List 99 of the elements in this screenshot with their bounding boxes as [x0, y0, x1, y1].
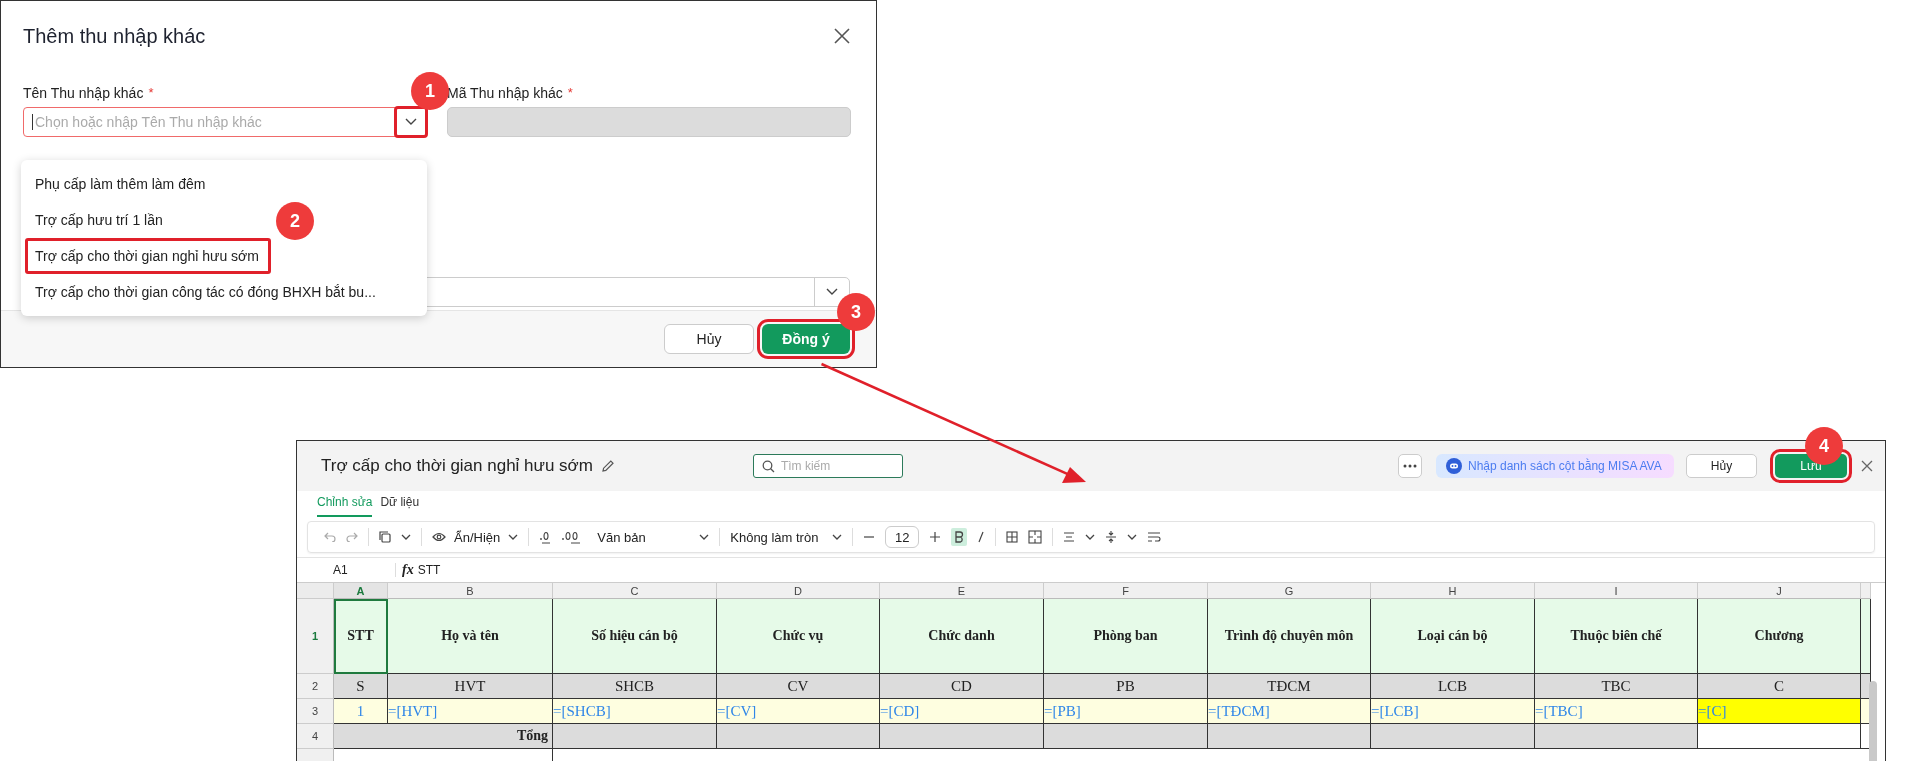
function-label: fx: [402, 562, 414, 578]
merge-cells-icon[interactable]: [1028, 530, 1043, 544]
column-header[interactable]: A: [334, 583, 388, 599]
sheet-title: Trợ cấp cho thời gian nghỉ hưu sớm: [321, 456, 593, 476]
table-cell: =[PB]: [1044, 699, 1208, 724]
format-dropdown[interactable]: Văn bản: [597, 529, 710, 545]
dropdown-option[interactable]: Trợ cấp cho thời gian công tác có đóng BHXH bắt bu...: [25, 274, 384, 310]
cancel-button[interactable]: Hủy: [1686, 454, 1757, 478]
column-header[interactable]: F: [1044, 583, 1208, 599]
tab[interactable]: Dữ liệu: [380, 495, 420, 517]
plus-icon[interactable]: [929, 531, 942, 543]
column-header[interactable]: G: [1208, 583, 1371, 599]
table-cell: CD: [880, 674, 1044, 699]
chevron-down-icon: [699, 534, 710, 540]
table-cell: LCB: [1371, 674, 1535, 699]
search-field[interactable]: Tìm kiếm: [752, 454, 903, 478]
table-cell: Tổng: [334, 724, 553, 749]
dropdown-option[interactable]: Phụ cấp làm thêm làm đêm: [25, 166, 214, 202]
font-size-field[interactable]: 12: [885, 526, 920, 548]
column-header[interactable]: I: [1535, 583, 1698, 599]
dropdown-button[interactable]: [396, 108, 426, 136]
chevron-down-icon: [826, 288, 838, 296]
dropdown-option[interactable]: Trợ cấp cho thời gian nghỉ hưu sớm: [25, 238, 271, 274]
table-cell: S: [334, 674, 388, 699]
table-cell: =[CV]: [717, 699, 880, 724]
search-icon: [761, 459, 775, 473]
vertical-align-icon[interactable]: [1105, 530, 1118, 544]
table-cell: 1: [334, 699, 388, 724]
chevron-down-icon[interactable]: [401, 534, 411, 540]
close-icon[interactable]: [834, 28, 850, 44]
chevron-down-icon: [832, 534, 843, 540]
decrease-decimal-icon[interactable]: [539, 530, 552, 544]
dropdown-option[interactable]: Trợ cấp hưu trí 1 lần: [25, 202, 171, 238]
cell-reference: A1: [297, 563, 396, 577]
table-cell: Chức vụ: [717, 599, 880, 674]
table-cell: SHCB: [553, 674, 717, 699]
italic-icon[interactable]: [977, 531, 986, 543]
table-cell: CV: [717, 674, 880, 699]
table-cell: =[SHCB]: [553, 699, 717, 724]
more-icon: [1403, 464, 1417, 468]
chevron-down-icon: [508, 534, 519, 540]
table-cell: Thuộc biên chế: [1535, 599, 1698, 674]
table-cell: Loại cán bộ: [1371, 599, 1535, 674]
table-cell: Họ và tên: [388, 599, 553, 674]
cancel-button[interactable]: Hủy: [664, 324, 754, 354]
copy-icon[interactable]: [379, 531, 391, 543]
chevron-down-icon[interactable]: [1127, 534, 1138, 540]
table-cell: TBC: [1535, 674, 1698, 699]
show-hide-button[interactable]: Ẩn/Hiện: [432, 529, 519, 545]
combo-field[interactable]: Chọn hoặc nhập Tên Thu nhập khác: [23, 107, 427, 137]
rounding-dropdown[interactable]: Không làm tròn: [730, 529, 843, 545]
table-cell: =[HVT]: [388, 699, 553, 724]
pencil-icon[interactable]: [600, 459, 615, 473]
row-number[interactable]: 4: [297, 724, 334, 749]
table-cell: TĐCM: [1208, 674, 1371, 699]
table-cell: Trình độ chuyên môn: [1208, 599, 1371, 674]
robot-icon: [1446, 458, 1462, 474]
field-label: Tên Thu nhập khác: [23, 85, 144, 101]
required-mark: *: [567, 85, 573, 100]
table-cell: =[CD]: [880, 699, 1044, 724]
column-header[interactable]: C: [553, 583, 717, 599]
eye-icon: [432, 532, 446, 542]
chevron-down-icon[interactable]: [1085, 534, 1096, 540]
table-cell: =[TĐCM]: [1208, 699, 1371, 724]
formula-text[interactable]: STT: [417, 563, 441, 577]
table-cell: Số hiệu cán bộ: [553, 599, 717, 674]
close-icon[interactable]: [1861, 460, 1873, 472]
table-cell: HVT: [388, 674, 553, 699]
row-number[interactable]: 1: [297, 599, 334, 674]
table-cell: =[C]: [1698, 699, 1861, 724]
chevron-down-icon: [405, 118, 417, 126]
column-header[interactable]: D: [717, 583, 880, 599]
borders-icon[interactable]: [1006, 531, 1019, 543]
table-cell: Chương: [1698, 599, 1861, 674]
required-mark: *: [148, 85, 154, 100]
field-label: Mã Thu nhập khác: [447, 85, 563, 101]
bold-toggle[interactable]: [951, 528, 968, 546]
row-number[interactable]: 2: [297, 674, 334, 699]
combo-input[interactable]: Chọn hoặc nhập Tên Thu nhập khác: [33, 114, 396, 130]
table-cell: =[LCB]: [1371, 699, 1535, 724]
column-header[interactable]: E: [880, 583, 1044, 599]
table-cell: Phòng ban: [1044, 599, 1208, 674]
dialog-title: Thêm thu nhập khác: [23, 24, 206, 48]
table-cell: PB: [1044, 674, 1208, 699]
row-number[interactable]: 3: [297, 699, 334, 724]
wrap-text-icon[interactable]: [1147, 532, 1162, 542]
table-cell: STT: [334, 599, 388, 674]
table-cell: C: [1698, 674, 1861, 699]
tab[interactable]: Chỉnh sửa: [317, 495, 373, 517]
column-header[interactable]: B: [388, 583, 553, 599]
table-cell: Chức danh: [880, 599, 1044, 674]
align-icon[interactable]: [1063, 532, 1076, 542]
column-header[interactable]: H: [1371, 583, 1535, 599]
search-input[interactable]: Tìm kiếm: [780, 459, 891, 473]
table-cell: =[TBC]: [1535, 699, 1698, 724]
more-button[interactable]: [1398, 454, 1422, 478]
increase-decimal-icon[interactable]: [561, 530, 582, 544]
column-header[interactable]: J: [1698, 583, 1861, 599]
scrollbar[interactable]: [1869, 681, 1877, 761]
